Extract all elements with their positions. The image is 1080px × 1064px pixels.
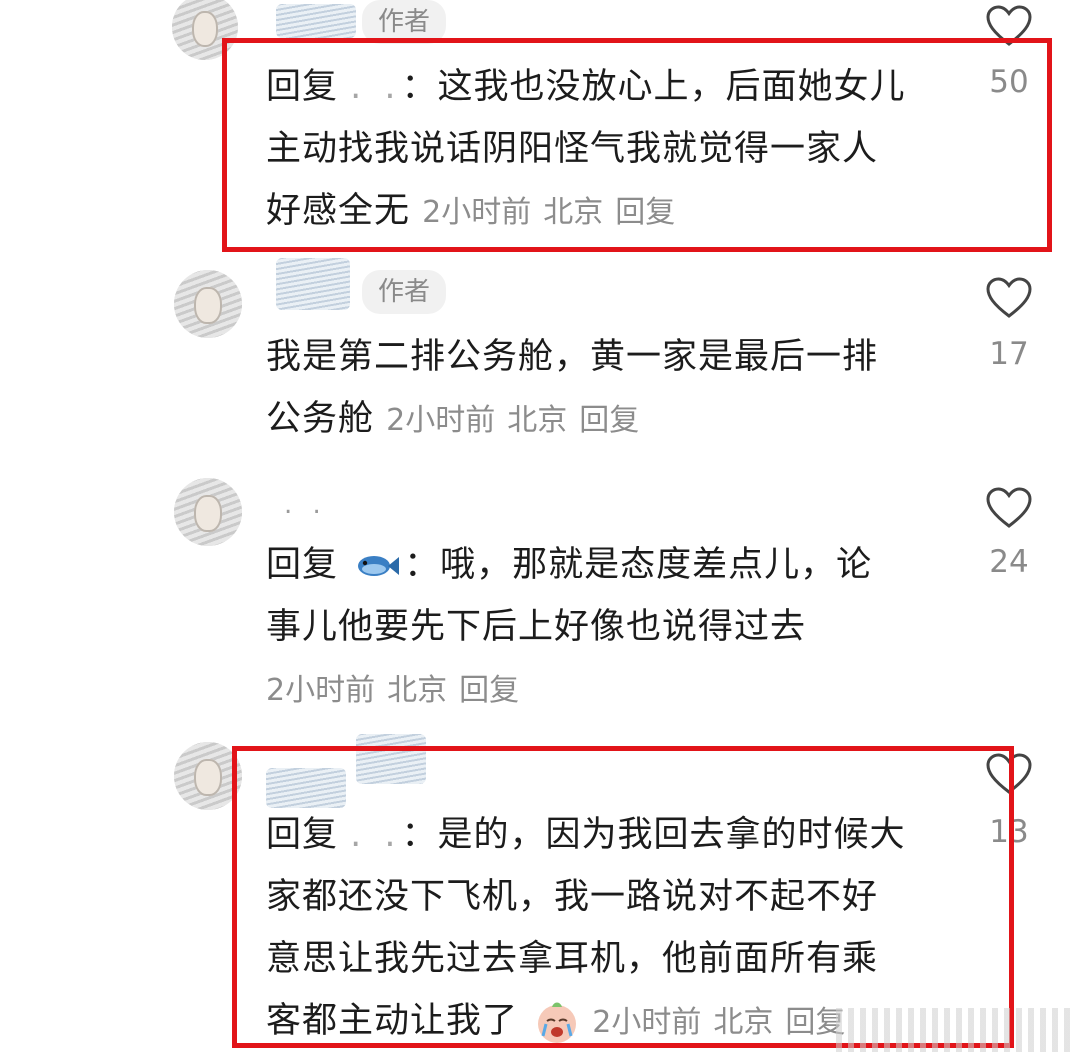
comment-line: 事儿他要先下后上好像也说得过去 [266,607,807,647]
reply-prefix: 回复 [266,545,339,585]
fish-icon[interactable] [354,552,400,580]
comment-line: 我是第二排公务舱，黄一家是最后一排 [266,337,879,377]
highlight-box [222,38,1052,252]
avatar[interactable] [174,270,242,338]
like-button[interactable] [984,276,1034,320]
comment-line: 公务舱 [266,399,375,439]
highlight-box [232,746,1014,1048]
watermark [836,1008,1076,1052]
heart-icon [986,277,1032,318]
heart-icon [986,487,1032,528]
like-count: 17 [989,336,1029,372]
location: 北京 [507,403,568,438]
author-badge: 作者 [362,270,447,314]
username-redacted[interactable] [276,258,350,310]
like-count: 24 [989,544,1029,580]
comment-meta: 2小时前 北京 回复 [266,660,872,722]
comment-line: ：哦，那就是态度差点儿，论 [404,545,873,585]
timestamp: 2小时前 [386,403,496,438]
timestamp: 2小时前 [266,673,376,708]
like-button[interactable] [984,486,1034,530]
reply-button[interactable]: 回复 [579,403,639,438]
reply-button[interactable]: 回复 [459,673,519,708]
comment-text: 回复 ：哦，那就是态度差点儿，论 事儿他要先下后上好像也说得过去 2小时前 北京回… [266,534,872,722]
comment-meta: 2小时前 北京 回复 [386,403,651,438]
comment-text: 我是第二排公务舱，黄一家是最后一排 公务舱 2小时前 北京 回复 [266,326,878,452]
avatar[interactable] [174,478,242,546]
username[interactable]: . . [284,490,327,520]
username-redacted[interactable] [276,4,356,38]
location: 北京 [387,673,448,708]
